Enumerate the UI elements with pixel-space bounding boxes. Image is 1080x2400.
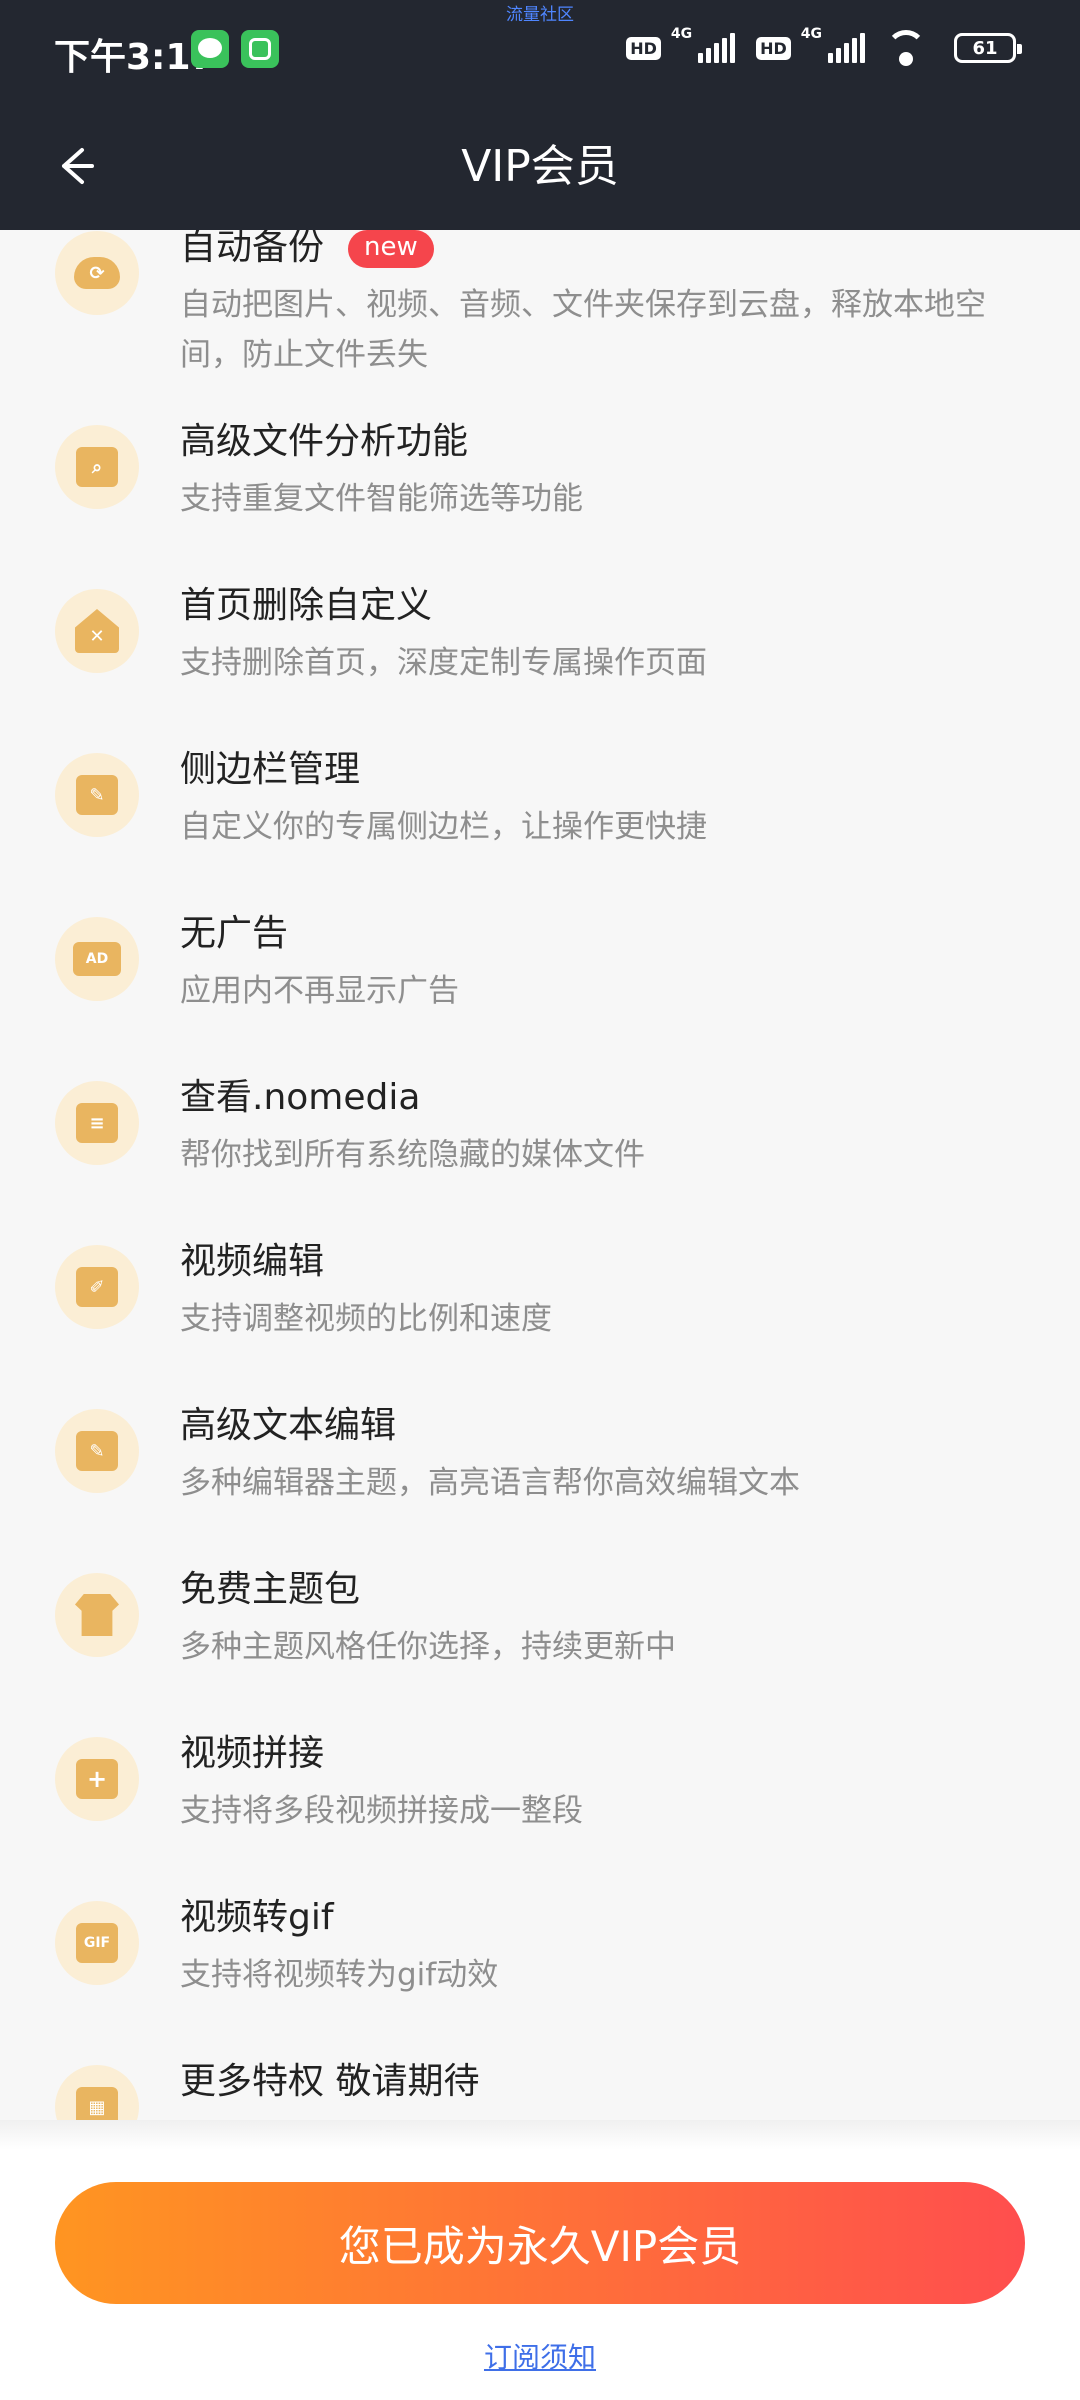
feature-desc: 支持删除首页，深度定制专属操作页面 <box>180 645 707 681</box>
grid-icon: ▦ <box>55 2065 139 2120</box>
new-badge: new <box>348 230 434 268</box>
feature-item-home-delete: ✕ 首页删除自定义 支持删除首页，深度定制专属操作页面 <box>0 558 1080 722</box>
feature-item-auto-backup: ⟳ 自动备份 new 自动把图片、视频、音频、文件夹保存到云盘，释放本地空间，防止… <box>0 230 1080 394</box>
feature-desc: 支持重复文件智能筛选等功能 <box>180 481 583 517</box>
video-edit-icon: ✐ <box>55 1245 139 1329</box>
feature-item-video-edit: ✐ 视频编辑 支持调整视频的比例和速度 <box>0 1214 1080 1378</box>
feature-title: 首页删除自定义 <box>180 585 433 626</box>
feature-title: 高级文件分析功能 <box>180 421 469 462</box>
network-type: 4G <box>670 26 693 42</box>
feature-item-text-edit: ✎ 高级文本编辑 多种编辑器主题，高亮语言帮你高效编辑文本 <box>0 1378 1080 1542</box>
text-edit-icon: ✎ <box>55 1409 139 1493</box>
wechat-icon <box>191 30 229 68</box>
feature-title: 免费主题包 <box>180 1569 361 1610</box>
feature-desc: 多种编辑器主题，高亮语言帮你高效编辑文本 <box>180 1465 800 1501</box>
feature-desc: 自动把图片、视频、音频、文件夹保存到云盘，释放本地空间，防止文件丢失 <box>180 287 986 373</box>
feature-desc: 自定义你的专属侧边栏，让操作更快捷 <box>180 809 707 845</box>
bottom-bar: 您已成为永久VIP会员 订阅须知 <box>0 2120 1080 2400</box>
feature-item-sidebar: ✎ 侧边栏管理 自定义你的专属侧边栏，让操作更快捷 <box>0 722 1080 886</box>
signal-icon <box>698 33 738 63</box>
nomedia-search-icon: ≡ <box>55 1081 139 1165</box>
feature-title: 侧边栏管理 <box>180 749 361 790</box>
bottom-shadow <box>0 2120 1080 2150</box>
feature-item-more: ▦ 更多特权 敬请期待 <box>0 2034 1080 2120</box>
feature-title: 自动备份 new <box>180 230 434 270</box>
file-search-icon: ⌕ <box>55 425 139 509</box>
feature-desc: 帮你找到所有系统隐藏的媒体文件 <box>180 1137 645 1173</box>
hd-icon: HD <box>626 36 661 60</box>
feature-item-file-analysis: ⌕ 高级文件分析功能 支持重复文件智能筛选等功能 <box>0 394 1080 558</box>
battery-level: 61 <box>972 37 998 59</box>
feature-title: 高级文本编辑 <box>180 1405 397 1446</box>
hd-icon: HD <box>756 36 791 60</box>
feature-title: 更多特权 敬请期待 <box>180 2061 480 2102</box>
feature-list: ⟳ 自动备份 new 自动把图片、视频、音频、文件夹保存到云盘，释放本地空间，防止… <box>0 230 1080 2120</box>
feature-title: 视频转gif <box>180 1897 334 1938</box>
sidebar-edit-icon: ✎ <box>55 753 139 837</box>
feature-item-video-merge: + 视频拼接 支持将多段视频拼接成一整段 <box>0 1706 1080 1870</box>
page-title: VIP会员 <box>461 141 619 192</box>
home-delete-icon: ✕ <box>55 589 139 673</box>
signal-icon <box>828 33 868 63</box>
feature-desc: 多种主题风格任你选择，持续更新中 <box>180 1629 676 1665</box>
network-type: 4G <box>800 26 822 42</box>
feature-item-video-gif: GIF 视频转gif 支持将视频转为gif动效 <box>0 1870 1080 2034</box>
feature-title: 视频编辑 <box>180 1241 325 1282</box>
cloud-sync-icon: ⟳ <box>55 231 139 315</box>
feature-list-scroll[interactable]: ⟳ 自动备份 new 自动把图片、视频、音频、文件夹保存到云盘，释放本地空间，防止… <box>0 230 1080 2120</box>
feature-item-theme-pack: 免费主题包 多种主题风格任你选择，持续更新中 <box>0 1542 1080 1706</box>
status-indicators: HD 4G HD 4G 61 <box>626 26 1022 70</box>
feature-title: 无广告 <box>180 913 289 954</box>
no-ad-icon: AD <box>55 917 139 1001</box>
wifi-icon <box>886 30 934 66</box>
feature-item-no-ads: AD 无广告 应用内不再显示广告 <box>0 886 1080 1050</box>
feature-item-nomedia: ≡ 查看.nomedia 帮你找到所有系统隐藏的媒体文件 <box>0 1050 1080 1214</box>
vip-status-button[interactable]: 您已成为永久VIP会员 <box>55 2182 1025 2304</box>
feature-title: 查看.nomedia <box>180 1077 421 1118</box>
tshirt-icon <box>55 1573 139 1657</box>
feature-desc: 支持将视频转为gif动效 <box>180 1957 499 1993</box>
feature-desc: 应用内不再显示广告 <box>180 973 459 1009</box>
gif-icon: GIF <box>55 1901 139 1985</box>
app-bar: VIP会员 <box>0 112 1080 230</box>
feature-desc: 支持调整视频的比例和速度 <box>180 1301 552 1337</box>
battery-icon: 61 <box>954 33 1022 63</box>
community-label: 流量社区 <box>506 5 574 25</box>
subscription-notice-link[interactable]: 订阅须知 <box>0 2336 1080 2376</box>
feature-desc: 支持将多段视频拼接成一整段 <box>180 1793 583 1829</box>
video-merge-icon: + <box>55 1737 139 1821</box>
feature-title: 视频拼接 <box>180 1733 325 1774</box>
notification-app-icon <box>241 30 279 68</box>
status-bar: 流量社区 下午3:17 HD 4G HD 4G 61 <box>0 0 1080 112</box>
